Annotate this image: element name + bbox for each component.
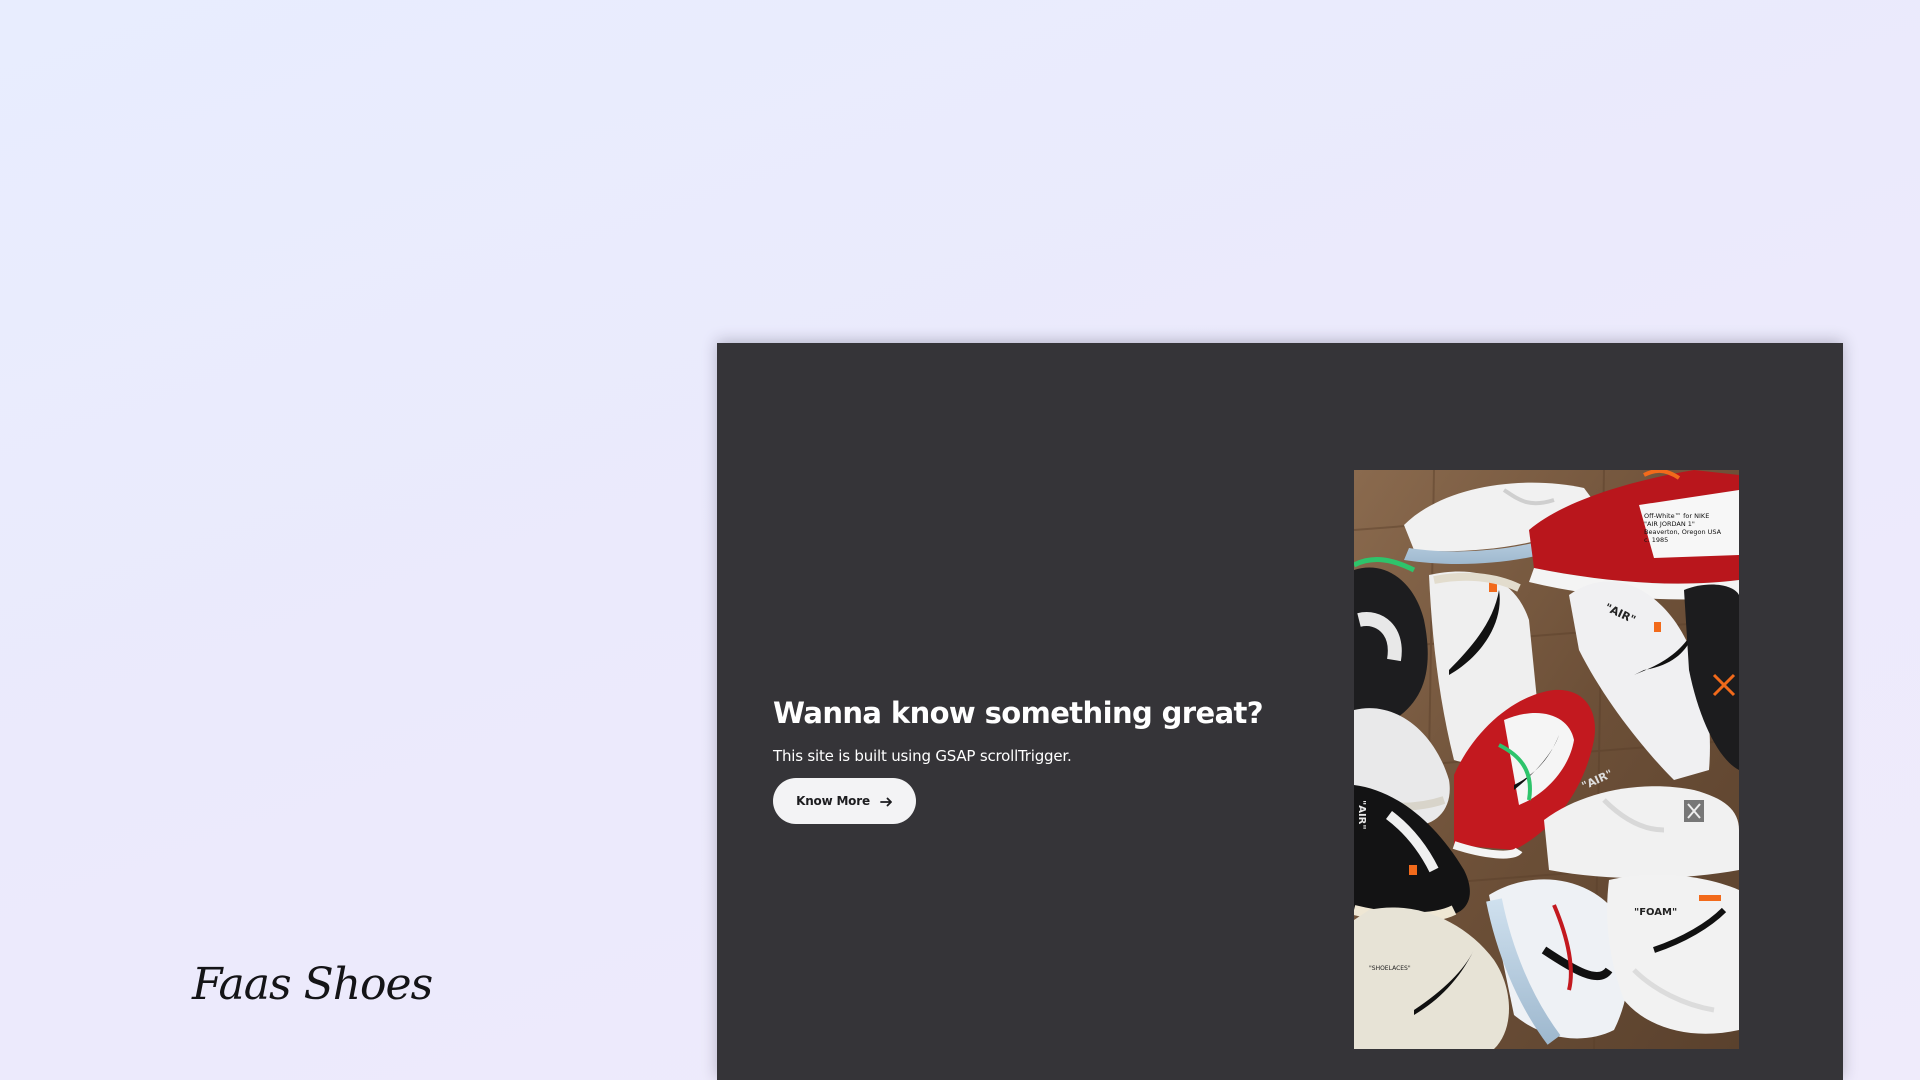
svg-text:Off-White™ for NIKE: Off-White™ for NIKE (1644, 512, 1709, 520)
svg-text:"AIR JORDAN 1": "AIR JORDAN 1" (1644, 520, 1695, 528)
brand-logo: Faas Shoes (190, 955, 450, 1015)
hero-panel: Wanna know something great? This site is… (717, 343, 1843, 1080)
hero-headline: Wanna know something great? (773, 696, 1264, 730)
brand-logo-script: Faas Shoes (191, 959, 434, 1010)
hero-content: Wanna know something great? This site is… (773, 696, 1293, 824)
svg-text:"FOAM": "FOAM" (1634, 907, 1677, 918)
know-more-button[interactable]: Know More (773, 777, 916, 824)
svg-text:"AIR": "AIR" (1356, 800, 1367, 830)
arrow-right-icon (879, 796, 893, 807)
know-more-label: Know More (796, 793, 870, 808)
svg-text:"SHOELACES": "SHOELACES" (1369, 965, 1411, 972)
sneakers-illustration: Off-White™ for NIKE "AIR JORDAN 1" Beave… (1354, 470, 1739, 1049)
svg-text:c. 1985: c. 1985 (1644, 536, 1668, 544)
hero-subtext: This site is built using GSAP scrollTrig… (773, 746, 1072, 765)
sneakers-photo: Off-White™ for NIKE "AIR JORDAN 1" Beave… (1354, 470, 1739, 1049)
brand-name: Faas Shoes (191, 959, 433, 1010)
svg-text:Beaverton, Oregon USA: Beaverton, Oregon USA (1644, 528, 1722, 536)
